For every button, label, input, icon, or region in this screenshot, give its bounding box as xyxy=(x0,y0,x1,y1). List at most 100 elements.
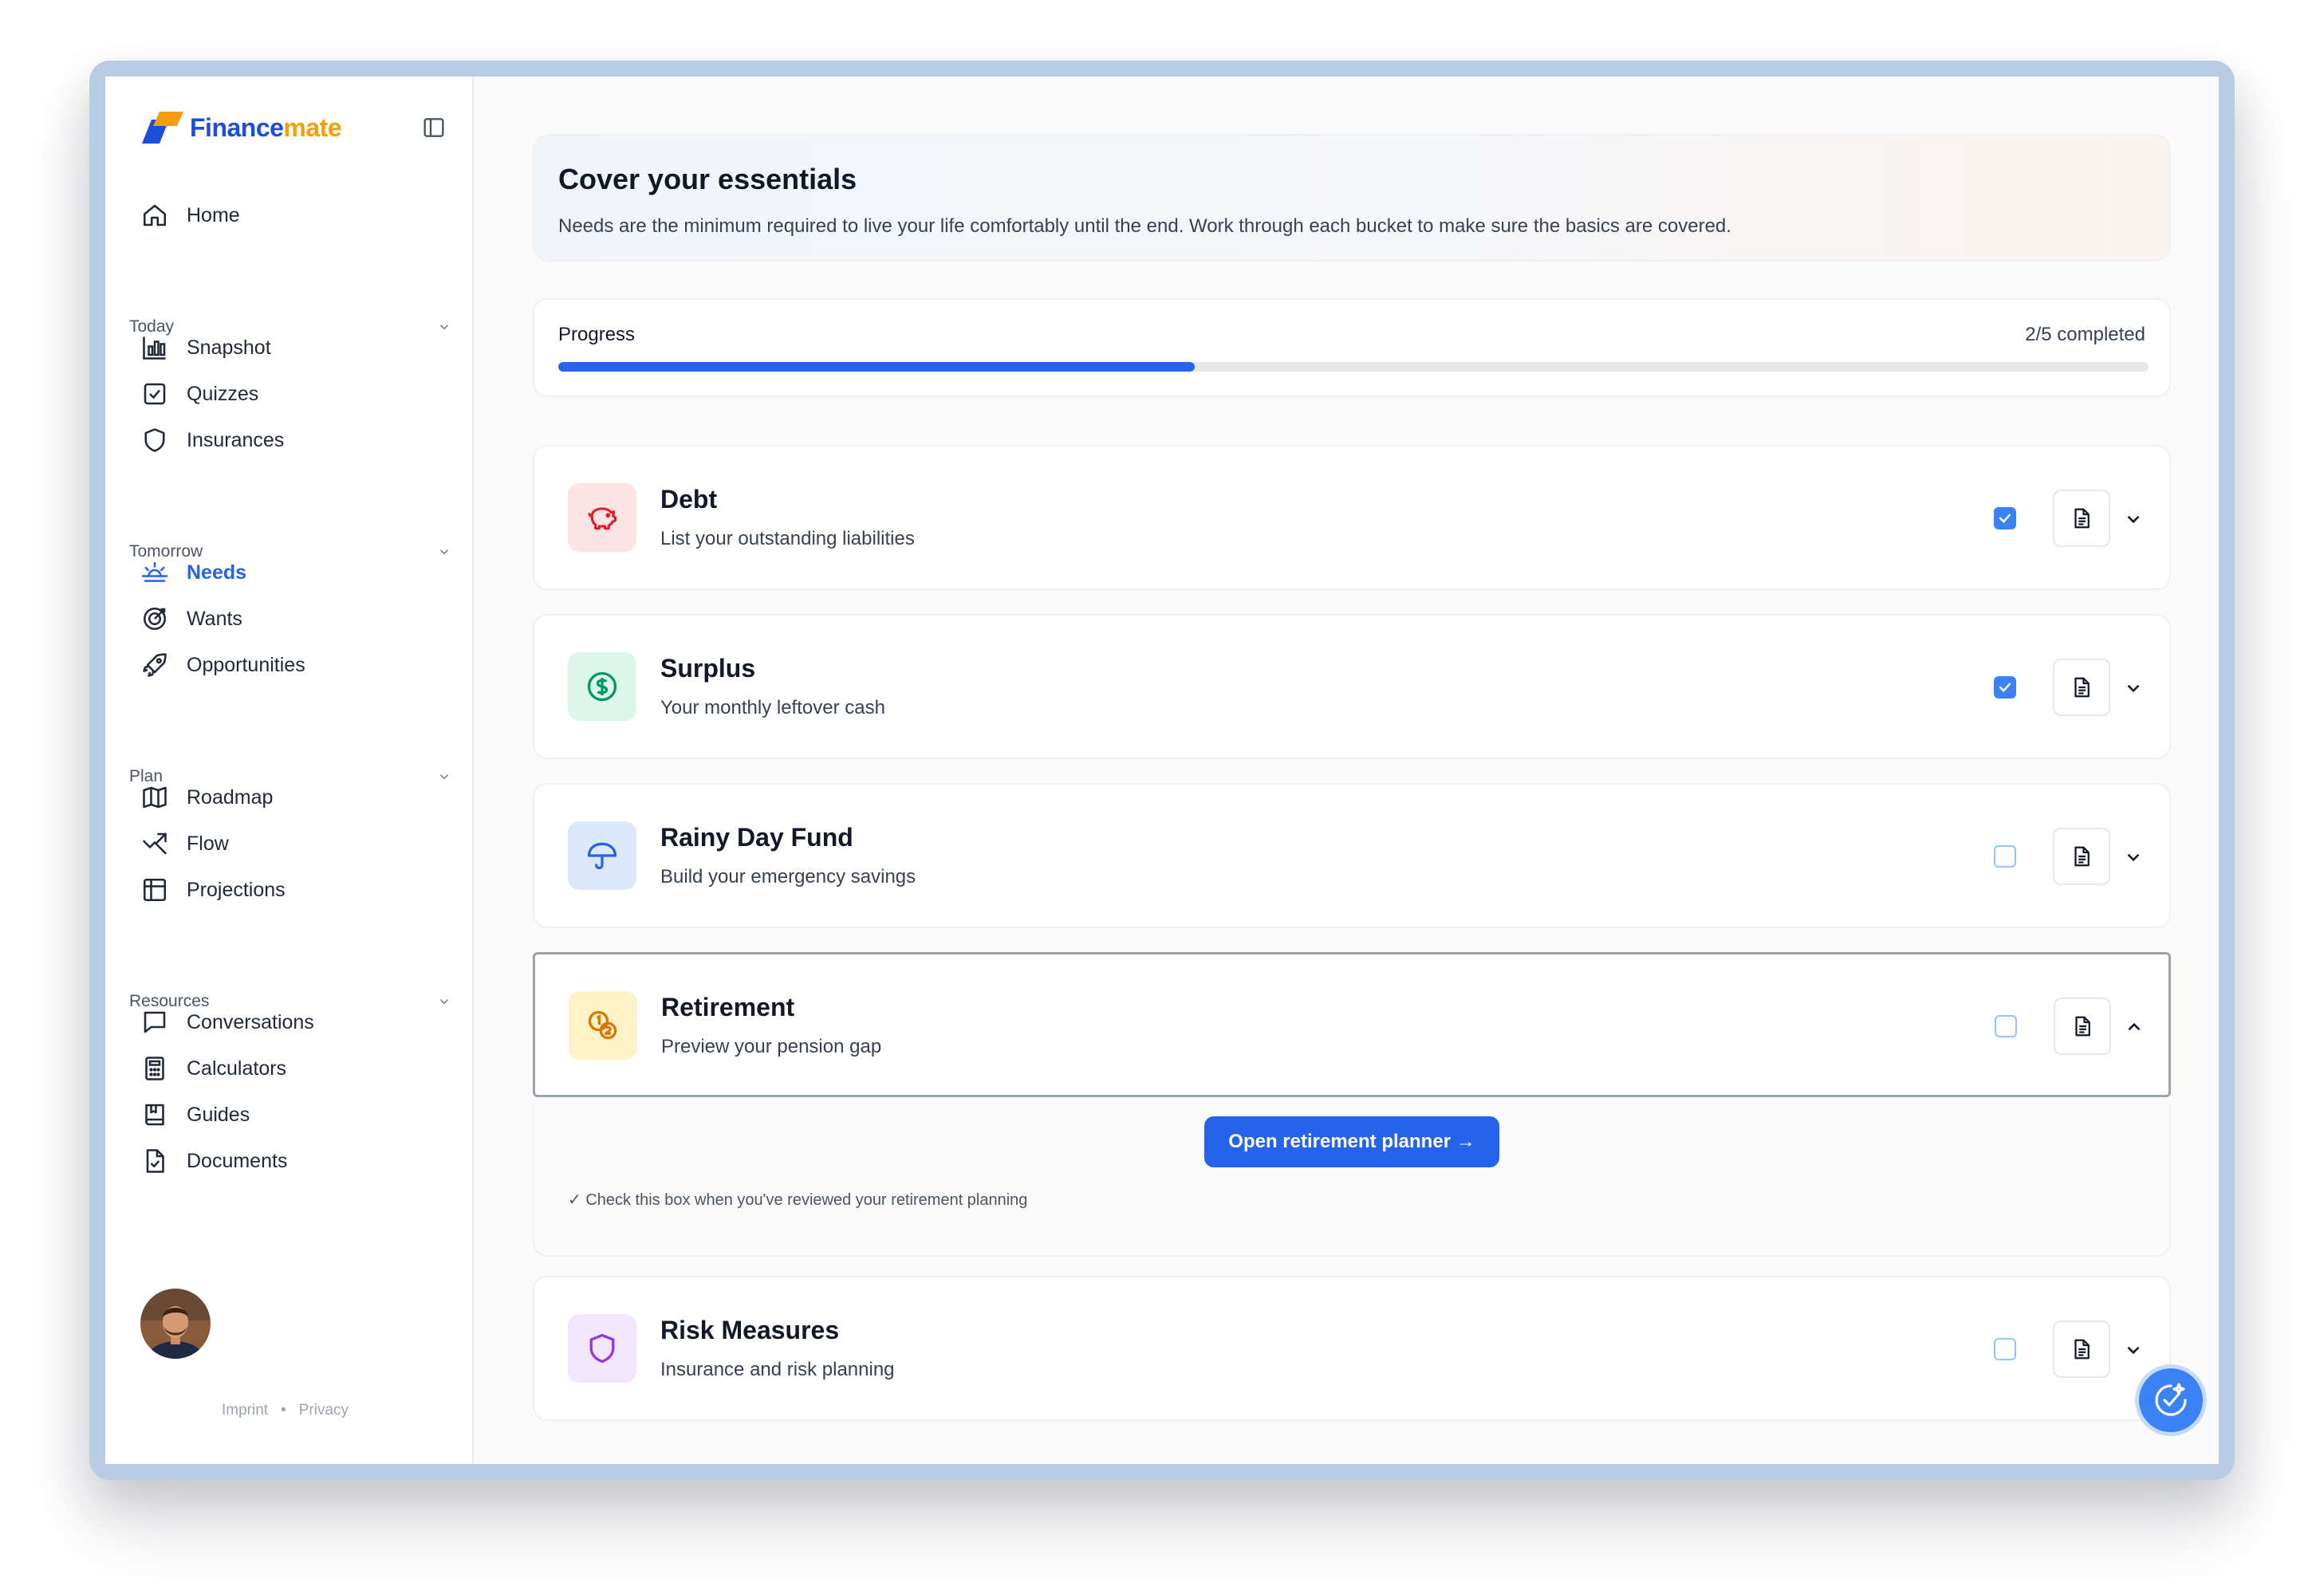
chevron-down-icon xyxy=(2127,1346,2140,1355)
bucket-checkbox[interactable] xyxy=(1994,845,2016,868)
bucket-document-button[interactable] xyxy=(2053,490,2110,547)
bucket-card-risk-measures[interactable]: Risk Measures Insurance and risk plannin… xyxy=(533,1276,2171,1421)
chevron-down-icon xyxy=(2127,515,2140,524)
trend-icon xyxy=(143,832,167,855)
chevron-up-icon xyxy=(2128,1022,2141,1031)
avatar[interactable] xyxy=(140,1289,211,1359)
bucket-document-button[interactable] xyxy=(2053,1320,2110,1378)
logo[interactable]: Financemate xyxy=(140,110,342,145)
umbrella-icon xyxy=(587,842,617,870)
privacy-link[interactable]: Privacy xyxy=(299,1402,349,1419)
bucket-checkbox[interactable] xyxy=(1994,676,2016,699)
bucket-document-button[interactable] xyxy=(2053,659,2110,716)
map-icon xyxy=(143,786,167,809)
sidebar-item-roadmap[interactable]: Roadmap xyxy=(140,780,273,815)
bucket-expand-toggle[interactable] xyxy=(2123,678,2144,699)
open-retirement-planner-button[interactable]: Open retirement planner → xyxy=(1204,1116,1499,1167)
book-icon xyxy=(145,1104,164,1126)
chat-icon xyxy=(144,1011,166,1033)
bucket-icon-box xyxy=(569,991,637,1060)
bucket-icon-box xyxy=(568,821,636,890)
bucket-expand-toggle[interactable] xyxy=(2123,1340,2144,1360)
bucket-card-debt[interactable]: Debt List your outstanding liabilities xyxy=(533,445,2171,590)
document-check-icon xyxy=(146,1149,164,1173)
bucket-expand-toggle[interactable] xyxy=(2123,847,2144,868)
sidebar-item-label: Opportunities xyxy=(187,653,305,676)
bucket-checkbox[interactable] xyxy=(1994,507,2016,529)
bucket-expand-toggle[interactable] xyxy=(2123,509,2144,529)
checkbox-icon xyxy=(144,383,166,405)
sidebar-item-label: Quizzes xyxy=(187,382,259,405)
bucket-document-button[interactable] xyxy=(2054,998,2111,1055)
sidebar-item-label: Conversations xyxy=(187,1010,314,1033)
bucket-card-surplus[interactable]: Surplus Your monthly leftover cash xyxy=(533,614,2171,759)
target-icon xyxy=(143,607,167,631)
progress-count: 2/5 completed xyxy=(2025,324,2145,345)
bucket-title: Risk Measures xyxy=(660,1316,840,1344)
progress-fill xyxy=(558,362,1195,372)
chevron-down-icon xyxy=(2127,853,2140,862)
bucket-subtitle: Build your emergency savings xyxy=(660,866,916,887)
page-subtitle: Needs are the minimum required to live y… xyxy=(558,215,1731,237)
bucket-subtitle: Insurance and risk planning xyxy=(660,1359,895,1380)
sidebar-item-label: Calculators xyxy=(187,1057,287,1080)
shield-icon xyxy=(144,428,165,452)
app-frame: Financemate Home Today Snapshot Quizzes xyxy=(105,77,2219,1464)
sidebar-item-home[interactable]: Home xyxy=(140,198,240,233)
sunrise-icon xyxy=(141,561,168,582)
sidebar-item-flow[interactable]: Flow xyxy=(140,826,229,861)
document-icon xyxy=(2074,1339,2090,1360)
bucket-collapse-toggle[interactable] xyxy=(2124,1017,2145,1037)
sidebar-item-conversations[interactable]: Conversations xyxy=(140,1005,314,1040)
progress-card: Progress 2/5 completed xyxy=(533,298,2171,397)
sidebar-item-wants[interactable]: Wants xyxy=(140,601,242,636)
bar-chart-icon xyxy=(143,336,166,360)
bucket-subtitle: Your monthly leftover cash xyxy=(660,697,885,718)
sidebar-footer: Imprint • Privacy xyxy=(222,1402,349,1419)
bucket-icon-box xyxy=(568,652,636,721)
bucket-checkbox[interactable] xyxy=(1994,1338,2016,1360)
sidebar: Financemate Home Today Snapshot Quizzes xyxy=(105,77,474,1464)
sidebar-item-opportunities[interactable]: Opportunities xyxy=(140,647,305,683)
progress-label: Progress xyxy=(558,324,636,345)
retirement-hint: ✓ Check this box when you've reviewed yo… xyxy=(568,1191,1028,1209)
bucket-card-rainy-day-fund[interactable]: Rainy Day Fund Build your emergency savi… xyxy=(533,783,2171,928)
sidebar-item-label: Home xyxy=(187,203,240,226)
sidebar-item-needs[interactable]: Needs xyxy=(140,555,246,590)
shield-icon xyxy=(589,1333,615,1364)
document-icon xyxy=(2074,508,2090,529)
bucket-subtitle: List your outstanding liabilities xyxy=(660,528,915,549)
sparkle-check-icon xyxy=(2155,1383,2187,1416)
chevron-down-icon xyxy=(439,774,449,780)
sidebar-item-label: Wants xyxy=(187,607,242,630)
bucket-checkbox[interactable] xyxy=(1995,1015,2017,1037)
bucket-document-button[interactable] xyxy=(2053,828,2110,885)
sidebar-item-projections[interactable]: Projections xyxy=(140,872,286,907)
sidebar-item-label: Snapshot xyxy=(187,336,271,359)
assistant-fab-button[interactable] xyxy=(2139,1368,2203,1432)
sidebar-item-quizzes[interactable]: Quizzes xyxy=(140,376,258,411)
sidebar-item-snapshot[interactable]: Snapshot xyxy=(140,330,271,365)
sidebar-item-guides[interactable]: Guides xyxy=(140,1097,250,1132)
chevron-down-icon xyxy=(439,549,449,555)
chevron-down-icon xyxy=(439,325,449,330)
sidebar-item-insurances[interactable]: Insurances xyxy=(140,423,284,458)
sidebar-toggle-button[interactable] xyxy=(421,115,447,140)
piggy-bank-icon xyxy=(588,507,617,530)
coins-icon xyxy=(588,1010,617,1040)
sidebar-item-label: Projections xyxy=(187,878,286,901)
table-icon xyxy=(143,878,167,902)
hero-banner: Cover your essentials Needs are the mini… xyxy=(533,134,2171,262)
sidebar-item-calculators[interactable]: Calculators xyxy=(140,1051,286,1086)
bucket-icon-box xyxy=(568,1314,636,1383)
app-window: Financemate Home Today Snapshot Quizzes xyxy=(89,61,2235,1480)
page-title: Cover your essentials xyxy=(558,163,857,195)
sidebar-item-label: Documents xyxy=(187,1149,288,1172)
bucket-card-retirement[interactable]: Retirement Preview your pension gap xyxy=(533,952,2171,1097)
imprint-link[interactable]: Imprint xyxy=(222,1402,268,1419)
calculator-icon xyxy=(145,1057,164,1080)
footer-separator: • xyxy=(281,1402,286,1419)
sidebar-item-documents[interactable]: Documents xyxy=(140,1143,287,1179)
bucket-title: Retirement xyxy=(661,993,795,1021)
user-avatar-icon xyxy=(140,1289,211,1359)
